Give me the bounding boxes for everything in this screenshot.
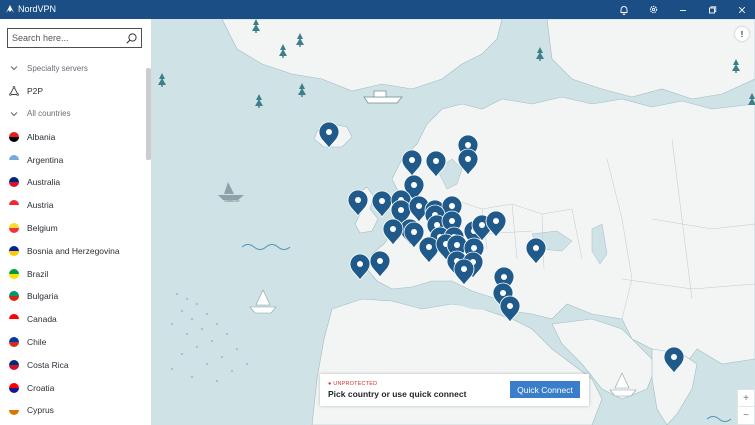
sidebar: Specialty servers P2P All countries Alba… [0,19,152,425]
sidebar-item-label: P2P [27,86,44,97]
search-input[interactable] [12,31,122,45]
chevron-down-icon [10,66,17,71]
search-icon[interactable] [125,32,138,45]
sidebar-item-country[interactable]: Albania [0,125,146,148]
flag-icon [8,268,19,279]
flag-icon [8,314,19,325]
sidebar-item-country[interactable]: Costa Rica [0,353,146,376]
sidebar-item-label: Australia [27,177,61,188]
close-icon[interactable] [734,2,750,17]
flag-icon [8,382,19,393]
sidebar-item-label: Chile [27,336,47,347]
sidebar-item-label: Canada [27,314,57,325]
flag-icon [8,222,19,233]
sidebar-item-country[interactable]: Australia [0,171,146,194]
flag-icon [8,177,19,188]
sidebar-item-label: Austria [27,200,54,211]
flag-icon [8,154,19,165]
world-map[interactable]: NORDCAP [152,19,755,425]
chevron-down-icon [10,112,17,117]
sidebar-item-country[interactable]: Belgium [0,217,146,240]
sidebar-item-p2p[interactable]: P2P [0,80,146,103]
flag-icon [8,336,19,347]
title-bar: NordVPN [0,0,755,19]
sidebar-item-label: Bulgaria [27,291,59,302]
nordvpn-logo-icon [6,5,14,13]
bell-icon[interactable] [616,2,632,17]
sidebar-item-label: Croatia [27,382,55,393]
sidebar-item-country[interactable]: Brazil [0,262,146,285]
sidebar-item-label: Albania [27,131,56,142]
alert-icon[interactable]: ! [735,27,749,41]
zoom-in-button[interactable]: + [738,390,754,407]
sidebar-item-country[interactable]: Austria [0,194,146,217]
sidebar-item-label: Argentina [27,154,64,165]
connection-status-panel: ● UNPROTECTED Pick country or use quick … [320,374,589,406]
flag-icon [8,245,19,256]
flag-icon [8,131,19,142]
svg-text:NORDCAP: NORDCAP [224,199,239,203]
minimize-icon[interactable] [675,2,691,17]
sidebar-item-country[interactable]: Cyprus [0,399,146,422]
sidebar-item-country[interactable]: Canada [0,308,146,331]
quick-connect-button[interactable]: Quick Connect [510,381,580,398]
zoom-out-button[interactable]: − [738,407,754,424]
country-list: Albania Argentina Australia Austria Belgium B… [0,125,146,421]
zoom-controls: + − [737,389,755,425]
status-hint: Pick country or use quick connect [328,389,467,399]
flag-icon [8,359,19,370]
sidebar-item-label: Brazil [27,268,49,279]
maximize-icon[interactable] [704,2,720,17]
sidebar-item-country[interactable]: Chile [0,331,146,354]
sidebar-item-country[interactable]: Bulgaria [0,285,146,308]
window-title: NordVPN [18,4,57,14]
sidebar-item-label: Cyprus [27,405,54,416]
flag-icon [8,200,19,211]
sidebar-item-label: Bosnia and Herzegovina [27,245,120,256]
specialty-servers-toggle[interactable]: Specialty servers [0,57,146,80]
sidebar-item-country[interactable]: Bosnia and Herzegovina [0,239,146,262]
server-list: Specialty servers P2P All countries Alba… [0,57,146,422]
flag-icon [8,291,19,302]
specialty-servers-label: Specialty servers [27,63,88,73]
sidebar-item-country[interactable]: Argentina [0,148,146,171]
gear-icon[interactable] [645,2,661,17]
sidebar-item-label: Costa Rica [27,359,69,370]
flag-icon [8,405,19,416]
p2p-icon [8,86,19,96]
sidebar-item-label: Belgium [27,222,58,233]
sidebar-item-country[interactable]: Croatia [0,376,146,399]
sidebar-scrollbar[interactable] [146,68,151,160]
status-badge: ● UNPROTECTED [328,381,378,387]
all-countries-label: All countries [27,109,71,119]
all-countries-toggle[interactable]: All countries [0,103,146,126]
search-box [7,28,142,48]
